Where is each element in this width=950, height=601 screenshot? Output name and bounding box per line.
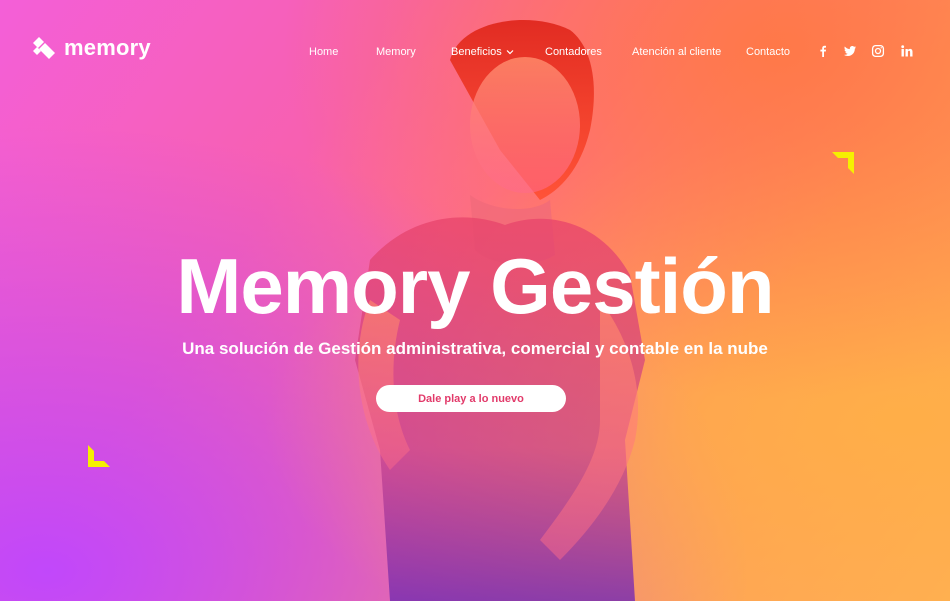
nav-item-label: Beneficios	[451, 46, 502, 58]
top-navbar: memory Home Memory Beneficios Contadores…	[0, 0, 950, 100]
memory-logo-icon	[33, 37, 55, 59]
nav-item-memory[interactable]: Memory	[376, 46, 416, 58]
hero-section: memory Home Memory Beneficios Contadores…	[0, 0, 950, 601]
nav-item-label: Contadores	[545, 46, 602, 58]
hero-subtitle: Una solución de Gestión administrativa, …	[182, 339, 768, 358]
brand-logo[interactable]: memory	[30, 34, 151, 62]
nav-item-label: Memory	[376, 46, 416, 58]
facebook-icon[interactable]	[816, 44, 830, 58]
corner-accent-icon	[832, 152, 854, 174]
nav-item-atencion-al-cliente[interactable]: Atención al cliente	[632, 46, 721, 58]
linkedin-icon[interactable]	[900, 44, 914, 58]
nav-item-label: Contacto	[746, 46, 791, 58]
corner-accent-icon	[88, 445, 110, 467]
nav-item-home[interactable]: Home	[309, 46, 338, 58]
nav-item-contacto[interactable]: Contacto	[746, 46, 790, 58]
hero-title: Memory Gestión	[176, 242, 774, 330]
twitter-icon[interactable]	[843, 44, 857, 58]
nav-item-label: Home	[309, 46, 339, 58]
chevron-down-icon	[506, 50, 514, 55]
nav-item-contadores[interactable]: Contadores	[545, 46, 602, 58]
instagram-icon[interactable]	[871, 44, 885, 58]
cta-button[interactable]: Dale play a lo nuevo	[376, 385, 566, 412]
brand-name: memory	[64, 35, 151, 60]
nav-item-label: Atención al cliente	[632, 46, 722, 58]
nav-item-beneficios[interactable]: Beneficios	[451, 46, 514, 58]
